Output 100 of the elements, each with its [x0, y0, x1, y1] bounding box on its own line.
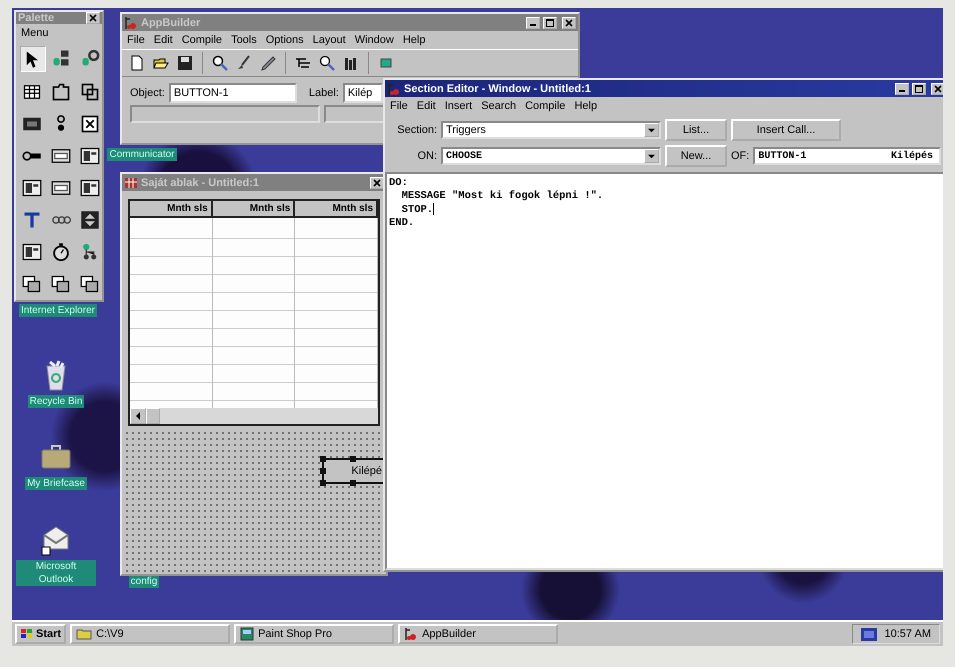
pencil-icon[interactable]: [260, 55, 276, 71]
window-grid-icon: [124, 176, 138, 190]
field-label: Label:: [308, 87, 339, 99]
folder-icon: [76, 628, 92, 640]
selected-form-button[interactable]: Kilépé: [322, 458, 386, 484]
stopwatch-icon[interactable]: [51, 242, 71, 262]
menu-item[interactable]: Edit: [416, 100, 436, 112]
of-field[interactable]: BUTTON-1 Kilépés: [753, 147, 941, 165]
clock: 10:57 AM: [884, 628, 931, 640]
panel-icon[interactable]: [80, 178, 100, 198]
field-icon[interactable]: [51, 178, 71, 198]
menu-item[interactable]: Compile: [525, 100, 566, 112]
stacked-windows-icon[interactable]: [80, 274, 100, 294]
new-button[interactable]: New...: [665, 145, 727, 167]
dropdown-arrow-icon: [648, 152, 655, 160]
frame-icon[interactable]: [51, 82, 71, 102]
close-button[interactable]: [86, 12, 100, 24]
scroll-left-button[interactable]: [130, 408, 146, 424]
menu-item[interactable]: Menu: [16, 24, 102, 42]
field-icon[interactable]: [51, 146, 71, 166]
menu-item[interactable]: Options: [266, 34, 304, 46]
maximize-button[interactable]: [912, 82, 926, 94]
object-name: BUTTON-1: [758, 150, 806, 162]
minimize-icon: [530, 24, 536, 26]
stacked-windows-icon[interactable]: [51, 274, 71, 294]
menu-item[interactable]: Edit: [154, 34, 173, 46]
left-arrow-icon: [134, 412, 142, 420]
panel-icon[interactable]: [22, 178, 42, 198]
field-label: OF:: [731, 150, 750, 162]
maximize-icon: [915, 84, 923, 92]
menu-item[interactable]: Compile: [182, 34, 222, 46]
dropdown-arrow-icon: [648, 126, 655, 134]
code-line: END.: [389, 216, 414, 230]
start-button[interactable]: Start: [15, 624, 66, 644]
window-title: AppBuilder: [141, 16, 202, 28]
panel-icon[interactable]: [80, 146, 100, 166]
desktop-icon-label[interactable]: My Briefcase: [25, 477, 87, 490]
search-icon[interactable]: [319, 55, 335, 71]
field-label: Object:: [130, 87, 165, 99]
overlap-icon[interactable]: [80, 82, 100, 102]
code-line: STOP.: [400, 203, 434, 217]
menu-item[interactable]: Help: [402, 34, 426, 46]
menu-item[interactable]: Tools: [231, 34, 257, 46]
minimize-button[interactable]: [895, 82, 909, 94]
list-button[interactable]: List...: [665, 119, 727, 141]
menu-item[interactable]: File: [127, 34, 145, 46]
close-button[interactable]: [562, 16, 576, 28]
event-dropdown[interactable]: CHOOSE: [441, 147, 661, 165]
maximize-icon: [546, 18, 554, 26]
text-tool-icon[interactable]: [22, 210, 42, 230]
menu-item[interactable]: Insert: [444, 100, 472, 112]
code-line: DO:: [389, 177, 408, 190]
close-icon: [565, 18, 573, 26]
bars-icon[interactable]: [343, 55, 359, 71]
column-header[interactable]: Mnth sls: [295, 201, 378, 216]
desktop-icon-label[interactable]: Communicator: [107, 148, 177, 161]
close-icon: [89, 14, 97, 22]
code-line: MESSAGE "Most ki fogok lépni !".: [400, 190, 604, 203]
close-button[interactable]: [370, 176, 384, 188]
menu-item[interactable]: Help: [574, 100, 598, 112]
maximize-button[interactable]: [543, 16, 557, 28]
field-label: Section:: [396, 124, 437, 136]
panel-icon[interactable]: [22, 242, 42, 262]
insert-call-button[interactable]: Insert Call...: [731, 119, 841, 141]
close-icon: [373, 178, 381, 186]
taskbar-button[interactable]: C:\V9: [70, 624, 230, 644]
new-file-icon[interactable]: [129, 55, 145, 71]
scroll-thumb[interactable]: [146, 408, 160, 424]
window-title: Palette: [18, 12, 56, 24]
object-label: Kilépés: [890, 150, 933, 162]
label-field[interactable]: Kilép: [342, 83, 383, 103]
minimize-icon: [899, 90, 905, 92]
minimize-button[interactable]: [526, 16, 540, 28]
magnifier-icon[interactable]: [212, 55, 228, 71]
object-field[interactable]: BUTTON-1: [168, 83, 297, 103]
menu-item[interactable]: Layout: [312, 34, 346, 46]
taskbar-button[interactable]: AppBuilder: [398, 624, 558, 644]
close-icon: [934, 84, 942, 92]
desktop-icon-label[interactable]: Microsoft Outlook: [16, 560, 96, 586]
grid-icon[interactable]: [22, 82, 42, 102]
code-editor[interactable]: DO: MESSAGE "Most ki fogok lépni !". STOP. END.: [385, 172, 943, 570]
window-title: Saját ablak - Untitled:1: [141, 176, 260, 188]
spin-icon[interactable]: [80, 210, 100, 230]
desktop-icon-label[interactable]: Internet Explorer: [19, 304, 97, 317]
field-label: ON:: [416, 150, 437, 162]
browse-table[interactable]: Mnth sls Mnth sls Mnth sls: [128, 199, 380, 426]
window-title: Section Editor - Window - Untitled:1: [404, 82, 592, 94]
cross-box-icon[interactable]: [80, 114, 100, 134]
column-header[interactable]: Mnth sls: [130, 201, 213, 216]
taskbar-button[interactable]: Paint Shop Pro: [234, 624, 394, 644]
windows-logo-icon: [20, 628, 34, 640]
menu-item[interactable]: Search: [481, 100, 516, 112]
section-dropdown[interactable]: Triggers: [441, 121, 661, 139]
desktop-icon-label[interactable]: Recycle Bin: [28, 395, 84, 408]
menu-item[interactable]: Window: [354, 34, 394, 46]
column-header[interactable]: Mnth sls: [212, 201, 296, 216]
stacked-windows-icon[interactable]: [22, 274, 42, 294]
close-button[interactable]: [931, 82, 943, 94]
desktop-icon-label[interactable]: config: [128, 575, 160, 588]
menu-item[interactable]: File: [390, 100, 408, 112]
